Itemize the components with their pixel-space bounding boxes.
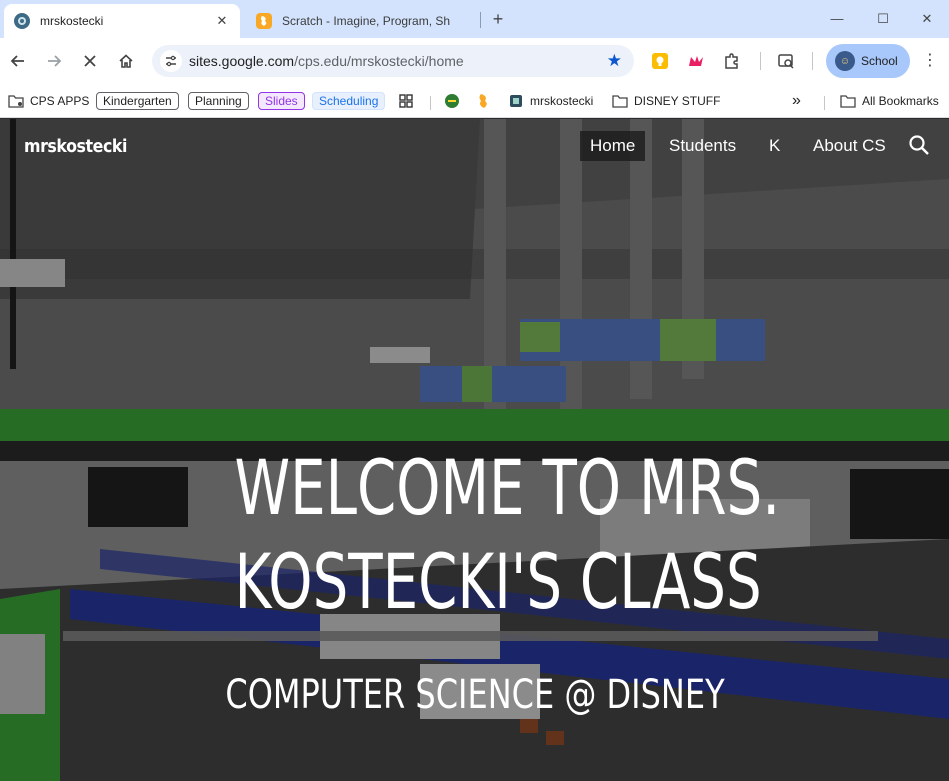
bookmark-separator [824, 96, 825, 110]
tab-scratch[interactable]: Scratch - Imagine, Program, Sh [246, 4, 478, 38]
search-icon [909, 135, 929, 155]
bookmark-label: Planning [188, 92, 249, 110]
bookmark-cps-apps[interactable]: CPS APPS [8, 90, 89, 112]
url-path: /cps.edu/mrskostecki/home [294, 53, 464, 69]
tab-close-icon[interactable]: ✕ [214, 13, 230, 29]
folder-icon [840, 93, 856, 109]
toolbar-separator [760, 52, 761, 70]
scratch-favicon-icon [256, 13, 272, 29]
nav-about-cs[interactable]: About CS [803, 131, 896, 161]
new-tab-button[interactable]: + [486, 8, 510, 32]
bookmark-label: All Bookmarks [862, 94, 939, 108]
address-bar[interactable]: sites.google.com/cps.edu/mrskostecki/hom… [152, 45, 634, 77]
site-name[interactable]: mrskostecki [24, 136, 127, 157]
arrow-left-icon [10, 55, 24, 67]
sites-favicon-icon [508, 93, 524, 109]
more-menu-icon[interactable]: ⋮ [920, 51, 940, 71]
url-host: sites.google.com [189, 53, 295, 69]
folder-apps-icon [8, 93, 24, 109]
nav-students[interactable]: Students [659, 131, 746, 161]
toolbar-separator [812, 52, 813, 70]
sites-favicon-icon [14, 13, 30, 29]
bookmarks-overflow-button[interactable]: » [792, 90, 801, 112]
tab-title: mrskostecki [40, 14, 104, 28]
profile-label: School [861, 54, 898, 68]
bookmark-scratch[interactable] [476, 90, 498, 112]
tab-separator [480, 12, 481, 28]
url-text: sites.google.com/cps.edu/mrskostecki/hom… [189, 53, 464, 69]
arrow-right-icon [48, 55, 62, 67]
bookmarks-bar: CPS APPS Kindergarten Planning Slides Sc… [0, 84, 949, 118]
bookmark-label: Scheduling [312, 92, 386, 110]
close-window-button[interactable]: ✕ [904, 6, 949, 32]
page-content: mrskostecki Home Students K About CS WEL… [0, 119, 949, 781]
site-search-button[interactable] [908, 134, 932, 158]
folder-icon [612, 93, 628, 109]
close-icon [84, 55, 96, 67]
green-site-icon [444, 93, 460, 109]
minimize-button[interactable]: — [814, 6, 860, 32]
bookmark-all-bookmarks[interactable]: All Bookmarks [840, 90, 939, 112]
bookmark-kindergarten[interactable]: Kindergarten [96, 90, 179, 112]
hero-title-line1: WELCOME TO MRS. [234, 443, 781, 532]
hero-title: WELCOME TO MRS. KOSTECKI'S CLASS [234, 441, 781, 629]
tab-strip: mrskostecki ✕ Scratch - Imagine, Program… [0, 0, 949, 38]
home-button[interactable] [112, 47, 140, 75]
lightbulb-extension-icon[interactable] [650, 51, 670, 71]
tab-mrskostecki[interactable]: mrskostecki ✕ [4, 4, 240, 38]
puzzle-extensions-icon[interactable] [722, 51, 742, 71]
browser-toolbar: sites.google.com/cps.edu/mrskostecki/hom… [0, 38, 949, 84]
bookmark-label: mrskostecki [530, 94, 594, 108]
bookmark-green-site[interactable] [444, 90, 466, 112]
bookmark-star-icon[interactable]: ★ [607, 51, 622, 71]
tab-title: Scratch - Imagine, Program, Sh [282, 14, 451, 28]
bookmark-disney-stuff[interactable]: DISNEY STUFF [612, 90, 720, 112]
scratch-icon [476, 93, 492, 109]
hero-divider [63, 631, 878, 641]
profile-button[interactable]: ☺ School [826, 44, 910, 78]
avatar: ☺ [835, 51, 855, 71]
home-icon [119, 54, 133, 68]
tab-search-icon[interactable] [776, 51, 796, 71]
hero-title-line2: KOSTECKI'S CLASS [234, 537, 762, 626]
bookmark-planning[interactable]: Planning [188, 90, 249, 112]
bookmark-scheduling[interactable]: Scheduling [312, 90, 386, 112]
bookmark-slides[interactable]: Slides [258, 90, 305, 112]
pink-crown-extension-icon[interactable] [686, 51, 706, 71]
site-info-icon[interactable] [160, 50, 182, 72]
nav-home[interactable]: Home [580, 131, 646, 161]
bookmark-mrskostecki[interactable]: mrskostecki [508, 90, 593, 112]
nav-k[interactable]: K [759, 131, 790, 161]
site-header: mrskostecki Home Students K About CS [0, 119, 949, 175]
bookmark-label: Slides [258, 92, 305, 110]
bookmark-label: Kindergarten [96, 92, 179, 110]
bookmark-separator [430, 96, 431, 110]
bookmark-label: DISNEY STUFF [634, 94, 721, 108]
bookmark-label: CPS APPS [30, 94, 90, 108]
forward-button[interactable] [40, 47, 68, 75]
apps-grid-icon [398, 93, 414, 109]
maximize-button[interactable]: ☐ [860, 6, 906, 32]
back-button[interactable] [4, 47, 32, 75]
stop-button[interactable] [76, 47, 104, 75]
apps-grid-button[interactable] [398, 90, 420, 112]
hero-subtitle: COMPUTER SCIENCE @ DISNEY [225, 672, 725, 718]
